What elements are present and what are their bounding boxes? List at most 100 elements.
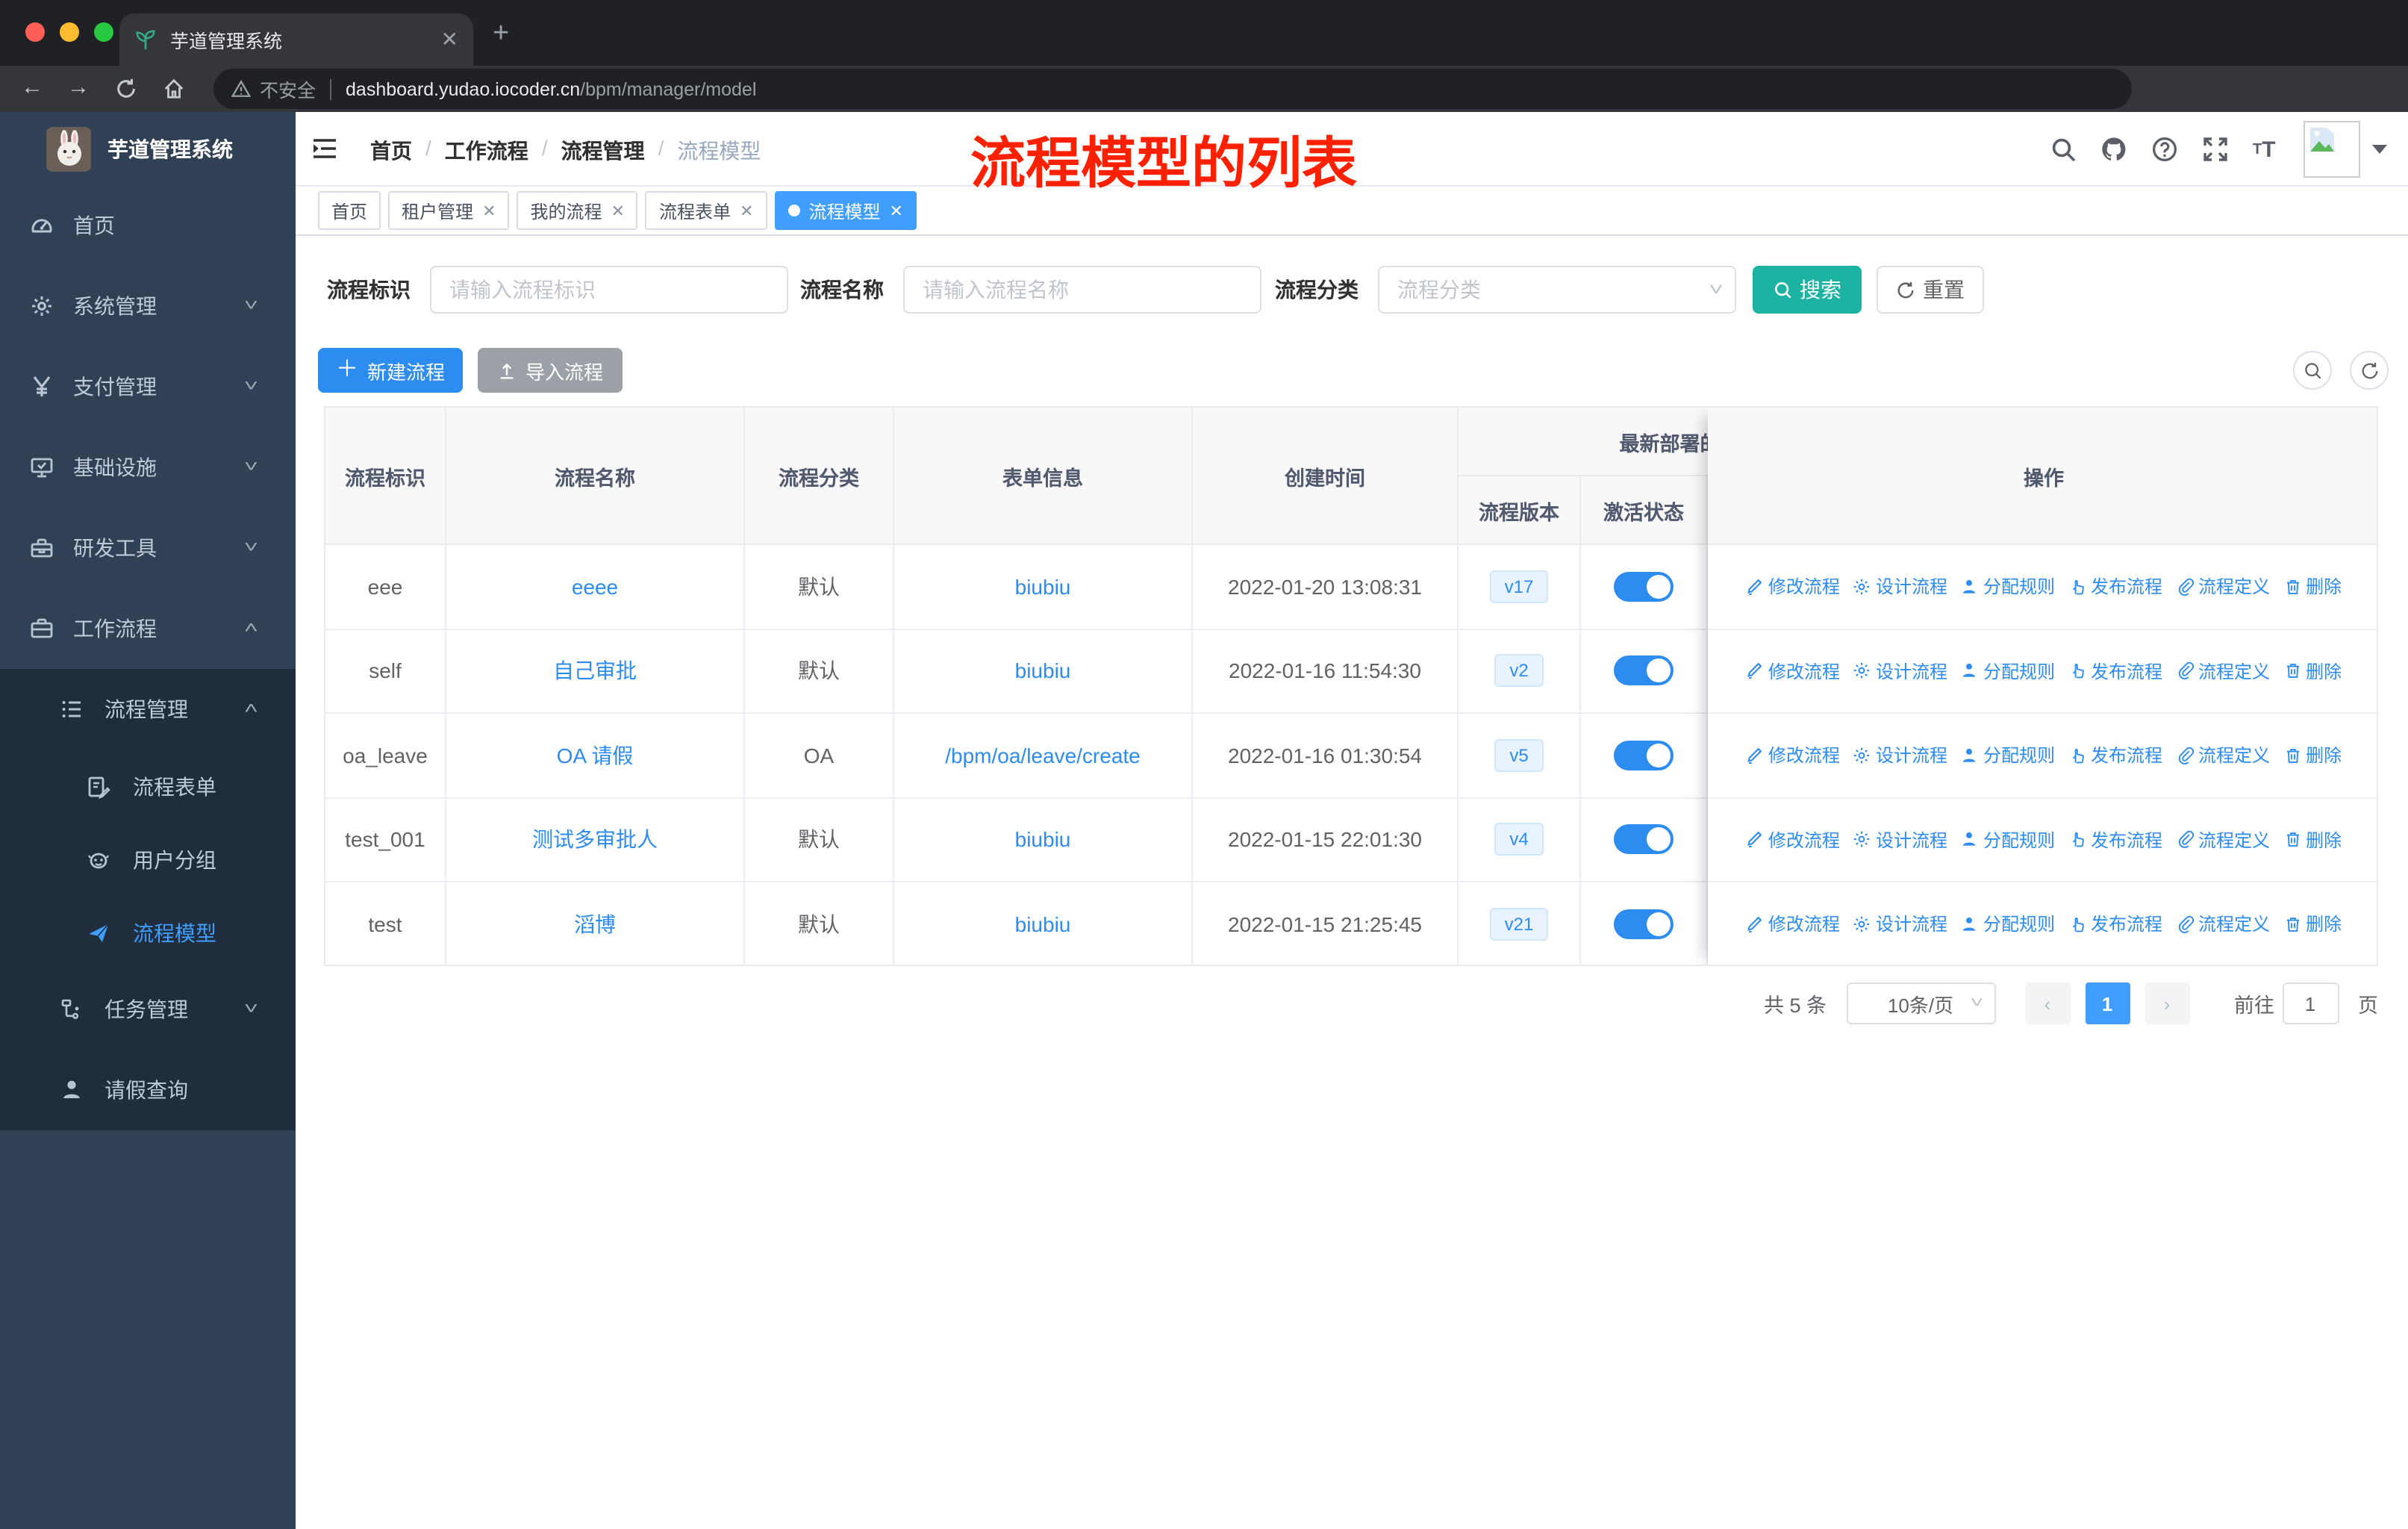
window-close-button[interactable]	[25, 22, 45, 42]
publish-process-link[interactable]: 发布流程	[2068, 658, 2162, 684]
active-toggle[interactable]	[1614, 740, 1674, 770]
create-process-button[interactable]: ＋ 新建流程	[318, 348, 463, 393]
modify-process-link[interactable]: 修改流程	[1746, 827, 1840, 853]
delete-link[interactable]: 删除	[2283, 743, 2342, 768]
active-toggle[interactable]	[1614, 909, 1674, 939]
process-definition-link[interactable]: 流程定义	[2176, 743, 2270, 768]
design-process-link[interactable]: 设计流程	[1853, 574, 1947, 600]
fullscreen-icon[interactable]	[2202, 135, 2229, 162]
form-info-link[interactable]: biubiu	[1015, 575, 1071, 599]
breadcrumb-workflow[interactable]: 工作流程	[445, 136, 528, 166]
process-name-link[interactable]: 测试多审批人	[532, 825, 658, 855]
publish-process-link[interactable]: 发布流程	[2068, 743, 2162, 768]
design-process-link[interactable]: 设计流程	[1853, 912, 1947, 937]
assign-rule-link[interactable]: 分配规则	[1961, 743, 2055, 768]
tag-tenant-mgmt[interactable]: 租户管理 ✕	[388, 191, 510, 230]
publish-process-link[interactable]: 发布流程	[2068, 912, 2162, 937]
tag-close-icon[interactable]: ✕	[889, 201, 902, 220]
font-size-icon[interactable]: TT	[2253, 135, 2280, 162]
sidebar-item-process-mgmt[interactable]: 流程管理 ˄	[0, 669, 296, 750]
design-process-link[interactable]: 设计流程	[1853, 658, 1947, 684]
home-icon[interactable]	[163, 78, 185, 100]
github-icon[interactable]	[2100, 135, 2127, 162]
search-icon[interactable]	[2050, 135, 2077, 162]
tag-close-icon[interactable]: ✕	[611, 201, 625, 220]
current-page-button[interactable]: 1	[2085, 983, 2130, 1024]
tab-close-icon[interactable]: ✕	[441, 27, 458, 52]
page-size-select[interactable]: 10条/页 ˅	[1846, 983, 1995, 1024]
search-button[interactable]: 搜索	[1753, 266, 1862, 314]
process-name-input[interactable]	[903, 266, 1261, 314]
modify-process-link[interactable]: 修改流程	[1746, 743, 1840, 768]
process-name-link[interactable]: eeee	[572, 575, 618, 599]
tag-my-process[interactable]: 我的流程 ✕	[517, 191, 638, 230]
design-process-link[interactable]: 设计流程	[1853, 743, 1947, 768]
prev-page-button[interactable]: ‹	[2025, 983, 2070, 1024]
process-definition-link[interactable]: 流程定义	[2176, 827, 2270, 853]
avatar-dropdown-caret-icon[interactable]	[2372, 144, 2387, 153]
sidebar-item-pay[interactable]: 支付管理 ˅	[0, 346, 296, 427]
tag-process-model[interactable]: 流程模型 ✕	[774, 191, 917, 230]
sidebar-item-workflow[interactable]: 工作流程 ˄	[0, 588, 296, 669]
sidebar-item-leave-query[interactable]: 请假查询	[0, 1050, 296, 1130]
sidebar-logo[interactable]: 芋道管理系统	[0, 112, 296, 185]
assign-rule-link[interactable]: 分配规则	[1961, 912, 2055, 937]
publish-process-link[interactable]: 发布流程	[2068, 574, 2162, 600]
form-info-link[interactable]: biubiu	[1015, 912, 1071, 936]
import-process-button[interactable]: 导入流程	[478, 348, 623, 393]
sidebar-item-dev[interactable]: 研发工具 ˅	[0, 508, 296, 588]
active-toggle[interactable]	[1614, 571, 1674, 602]
category-select-input[interactable]	[1378, 266, 1736, 314]
window-minimize-button[interactable]	[60, 22, 79, 42]
modify-process-link[interactable]: 修改流程	[1746, 658, 1840, 684]
form-info-link[interactable]: /bpm/oa/leave/create	[945, 744, 1141, 767]
sidebar-item-home[interactable]: 首页	[0, 185, 296, 266]
process-name-link[interactable]: 自己审批	[553, 656, 637, 686]
reset-button[interactable]: 重置	[1877, 266, 1984, 314]
publish-process-link[interactable]: 发布流程	[2068, 827, 2162, 853]
assign-rule-link[interactable]: 分配规则	[1961, 827, 2055, 853]
form-info-link[interactable]: biubiu	[1015, 659, 1071, 683]
breadcrumb-home[interactable]: 首页	[370, 136, 412, 166]
tag-home[interactable]: 首页	[318, 191, 381, 230]
browser-tab[interactable]: 芋道管理系统 ✕	[119, 13, 473, 66]
process-definition-link[interactable]: 流程定义	[2176, 912, 2270, 937]
breadcrumb-process-mgmt[interactable]: 流程管理	[561, 136, 645, 166]
tag-process-form[interactable]: 流程表单 ✕	[645, 191, 767, 230]
help-icon[interactable]	[2151, 135, 2178, 162]
tag-close-icon[interactable]: ✕	[740, 201, 753, 220]
sidebar-item-process-form[interactable]: 流程表单	[0, 750, 296, 823]
avatar[interactable]	[2303, 120, 2360, 177]
active-toggle[interactable]	[1614, 655, 1674, 686]
assign-rule-link[interactable]: 分配规则	[1961, 658, 2055, 684]
window-zoom-button[interactable]	[94, 22, 113, 42]
delete-link[interactable]: 删除	[2283, 658, 2342, 684]
tag-close-icon[interactable]: ✕	[482, 201, 496, 220]
sidebar-item-infra[interactable]: 基础设施 ˅	[0, 427, 296, 508]
address-bar[interactable]: 不安全 dashboard.yudao.iocoder.cn/bpm/manag…	[213, 69, 2132, 109]
refresh-mini-button[interactable]	[2350, 351, 2389, 390]
design-process-link[interactable]: 设计流程	[1853, 827, 1947, 853]
category-select[interactable]: ˅	[1378, 266, 1736, 314]
sidebar-item-task-mgmt[interactable]: 任务管理 ˅	[0, 969, 296, 1050]
sidebar-item-process-model[interactable]: 流程模型	[0, 896, 296, 969]
forward-icon[interactable]: →	[67, 73, 90, 103]
assign-rule-link[interactable]: 分配规则	[1961, 574, 2055, 600]
goto-page-input[interactable]	[2282, 983, 2339, 1024]
hamburger-collapse-icon[interactable]	[312, 136, 337, 161]
process-definition-link[interactable]: 流程定义	[2176, 658, 2270, 684]
process-definition-link[interactable]: 流程定义	[2176, 574, 2270, 600]
active-toggle[interactable]	[1614, 824, 1674, 855]
new-tab-button[interactable]: +	[493, 19, 509, 48]
reload-icon[interactable]	[115, 78, 137, 100]
modify-process-link[interactable]: 修改流程	[1746, 574, 1840, 600]
process-name-link[interactable]: 滔博	[574, 909, 616, 939]
process-key-input[interactable]	[430, 266, 788, 314]
sidebar-item-system[interactable]: 系统管理 ˅	[0, 266, 296, 346]
delete-link[interactable]: 删除	[2283, 574, 2342, 600]
process-name-link[interactable]: OA 请假	[557, 741, 634, 770]
delete-link[interactable]: 删除	[2283, 912, 2342, 937]
form-info-link[interactable]: biubiu	[1015, 828, 1071, 852]
back-icon[interactable]: ←	[21, 73, 43, 103]
next-page-button[interactable]: ›	[2145, 983, 2189, 1024]
